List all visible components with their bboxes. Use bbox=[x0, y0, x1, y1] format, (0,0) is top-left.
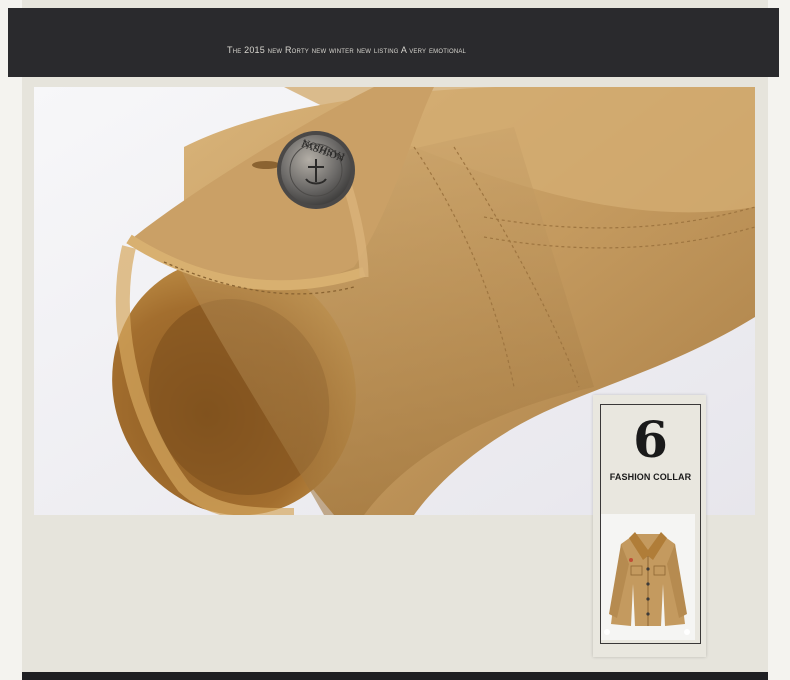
jacket-icon bbox=[601, 514, 695, 640]
right-margin bbox=[768, 0, 790, 680]
feature-card: 6 FASHION COLLAR bbox=[593, 395, 706, 657]
bottom-divider bbox=[22, 672, 768, 680]
top-banner: The 2015 new Rorty new winter new listin… bbox=[8, 8, 779, 77]
banner-text: The 2015 new Rorty new winter new listin… bbox=[227, 45, 467, 55]
feature-label: FASHION COLLAR bbox=[609, 472, 692, 482]
jacket-thumbnail bbox=[601, 514, 695, 640]
left-margin bbox=[0, 0, 22, 680]
feature-number: 6 bbox=[633, 410, 668, 469]
